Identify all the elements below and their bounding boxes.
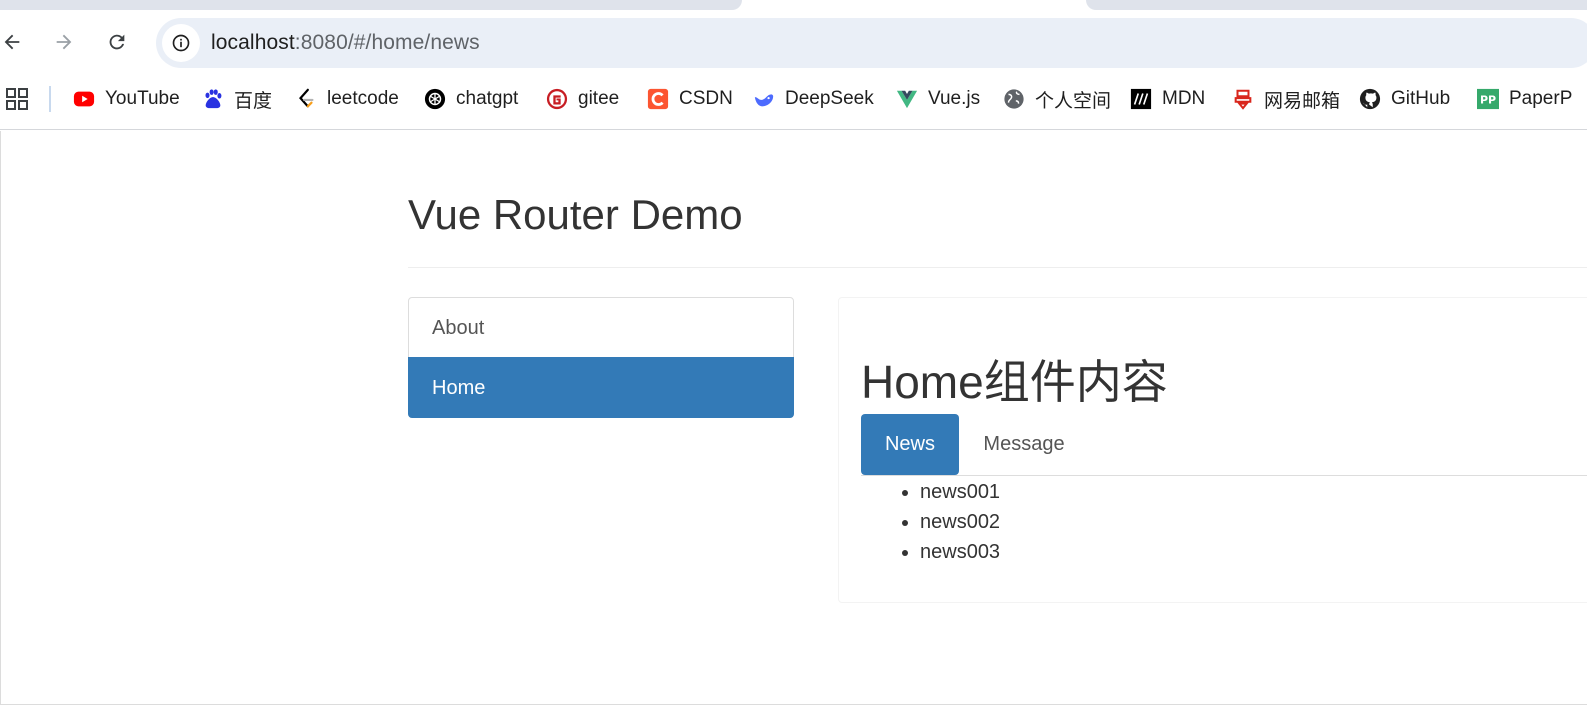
bookmark-label: 个人空间 — [1035, 90, 1112, 112]
bookmark-chatgpt[interactable]: chatgpt — [424, 84, 518, 114]
deepseek-icon — [753, 88, 775, 110]
page-title: Vue Router Demo — [408, 191, 743, 238]
bookmark-personal-space[interactable]: 个人空间 — [1003, 84, 1111, 114]
bookmarks-bar: YouTube 百度 leetcode chatgpt gitee CSDN D… — [0, 78, 1587, 130]
mdn-icon — [1130, 88, 1152, 110]
bookmark-deepseek[interactable]: DeepSeek — [753, 84, 874, 114]
title-divider — [408, 267, 1587, 268]
arrow-left-icon — [4, 34, 20, 50]
tab-news[interactable]: News — [861, 414, 959, 475]
sub-nav-tabs: News Message — [861, 414, 1587, 476]
reload-icon — [109, 34, 125, 50]
apps-grid-icon[interactable] — [6, 88, 28, 110]
chatgpt-icon — [424, 88, 446, 110]
bookmark-netease-mail[interactable]: 网易邮箱 — [1232, 84, 1340, 114]
paperpass-icon: PP — [1477, 88, 1499, 110]
bookmark-label: chatgpt — [456, 88, 519, 109]
news-list: news001 news002 news003 — [920, 477, 1000, 567]
address-bar[interactable]: localhost:8080/#/home/news — [156, 18, 1587, 68]
bookmark-youtube[interactable]: YouTube — [73, 84, 180, 114]
bookmark-label: 百度 — [234, 90, 273, 112]
browser-tab[interactable] — [0, 0, 742, 10]
bookmark-label: DeepSeek — [785, 88, 874, 109]
csdn-icon — [647, 88, 669, 110]
youtube-icon — [73, 88, 95, 110]
list-item: news001 — [920, 477, 1000, 507]
bookmark-label: MDN — [1162, 88, 1206, 109]
url-host: localhost — [211, 31, 295, 54]
bookmarks-divider — [49, 86, 51, 112]
globe-icon — [1003, 88, 1025, 110]
bookmark-csdn[interactable]: CSDN — [647, 84, 733, 114]
bookmark-label: 网易邮箱 — [1264, 90, 1341, 112]
bookmark-vuejs[interactable]: Vue.js — [896, 84, 980, 114]
svg-text:PP: PP — [1480, 94, 1496, 107]
baidu-icon — [202, 88, 224, 110]
tab-message[interactable]: Message — [959, 414, 1089, 475]
forward-button[interactable] — [48, 26, 80, 58]
vue-icon — [896, 88, 918, 110]
arrow-right-icon — [56, 34, 72, 50]
url-path: :8080/#/home/news — [294, 31, 480, 54]
tab-strip — [0, 0, 1587, 10]
browser-tab[interactable] — [1086, 0, 1587, 10]
github-icon — [1359, 88, 1381, 110]
netease-mail-icon — [1232, 88, 1254, 110]
bookmark-label: gitee — [578, 88, 620, 109]
home-heading: Home组件内容 — [861, 356, 1168, 408]
list-item: news002 — [920, 507, 1000, 537]
bookmark-label: YouTube — [105, 88, 180, 109]
bookmark-label: Vue.js — [928, 88, 981, 109]
info-icon — [172, 34, 190, 52]
browser-toolbar: localhost:8080/#/home/news — [0, 10, 1587, 78]
page-viewport: Vue Router Demo About Home Home组件内容 News… — [0, 131, 1587, 705]
bookmark-label: GitHub — [1391, 88, 1451, 109]
leetcode-icon — [295, 88, 317, 110]
bookmark-label: leetcode — [327, 88, 399, 109]
bookmark-github[interactable]: GitHub — [1359, 84, 1450, 114]
url-text[interactable]: localhost:8080/#/home/news — [211, 31, 480, 55]
bookmark-leetcode[interactable]: leetcode — [295, 84, 399, 114]
reload-button[interactable] — [101, 26, 133, 58]
bookmark-label: PaperP — [1509, 88, 1573, 109]
side-nav: About Home — [408, 297, 794, 418]
bookmark-label: CSDN — [679, 88, 733, 109]
bookmark-mdn[interactable]: MDN — [1130, 84, 1205, 114]
site-info-button[interactable] — [162, 24, 200, 62]
side-nav-about[interactable]: About — [408, 297, 794, 358]
side-nav-home[interactable]: Home — [408, 357, 794, 418]
back-button[interactable] — [0, 26, 28, 58]
gitee-icon — [546, 88, 568, 110]
list-item: news003 — [920, 537, 1000, 567]
bookmark-paperpass[interactable]: PP PaperP — [1477, 84, 1572, 114]
bookmark-baidu[interactable]: 百度 — [202, 84, 272, 114]
bookmark-gitee[interactable]: gitee — [546, 84, 619, 114]
